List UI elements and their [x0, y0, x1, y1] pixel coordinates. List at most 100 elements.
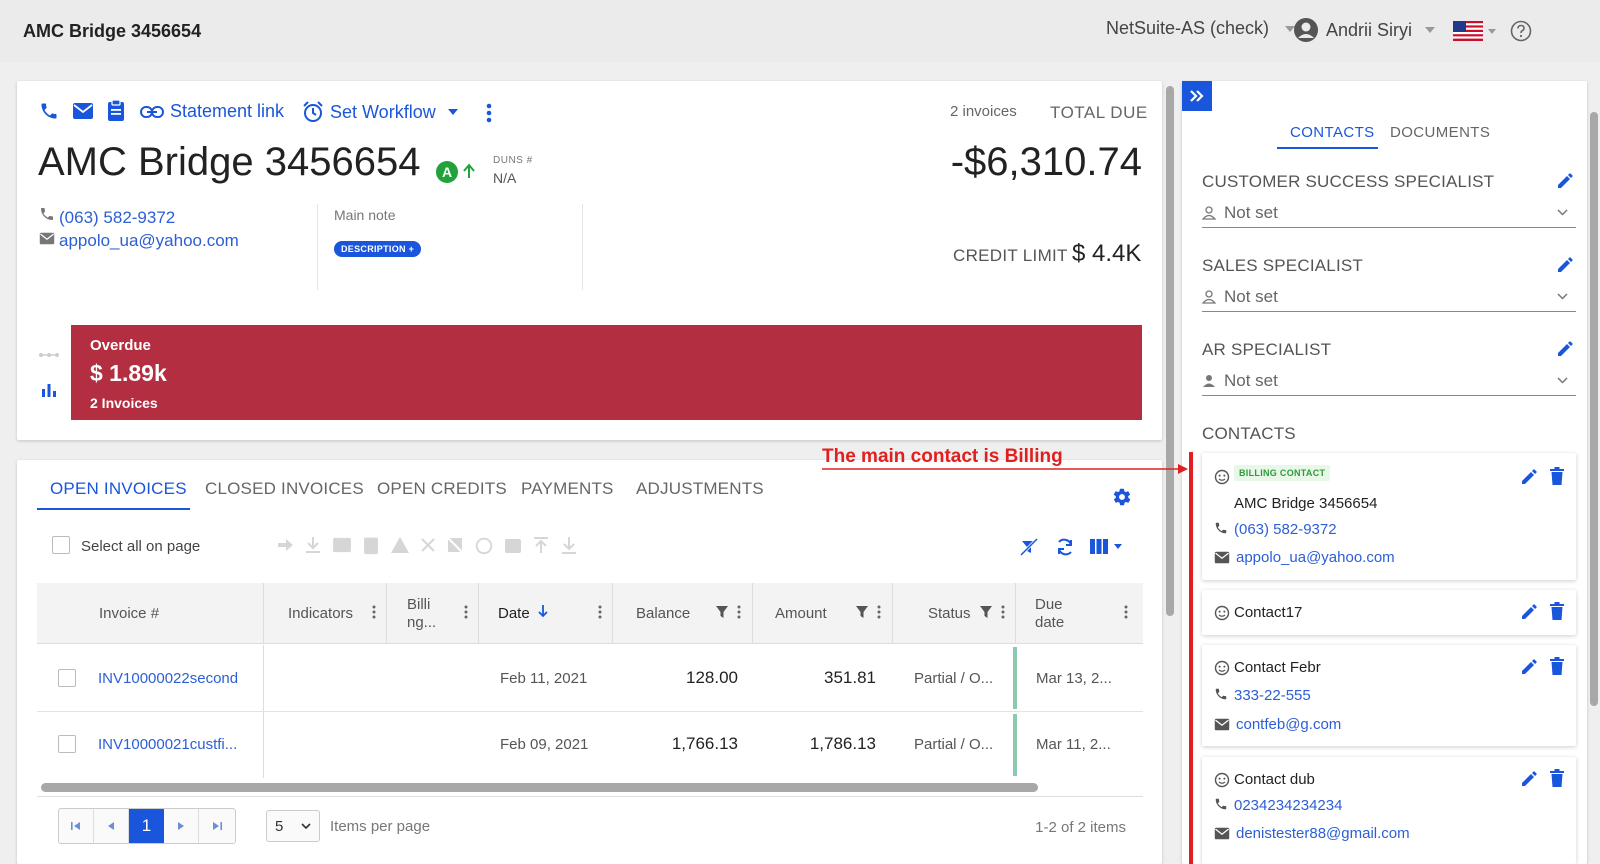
ar-specialist-select[interactable]: Not set	[1202, 366, 1576, 396]
edit-icon[interactable]	[1520, 770, 1538, 788]
invoice-status: Partial / O...	[914, 670, 994, 687]
set-workflow-button[interactable]: Set Workflow	[302, 101, 458, 123]
contact-card[interactable]: Contact dub 0234234234234 denistester88@…	[1202, 757, 1576, 864]
user-menu[interactable]: Andrii Siryi	[1293, 17, 1436, 43]
column-menu-icon[interactable]	[737, 605, 741, 619]
trash-icon[interactable]	[1550, 769, 1564, 787]
customer-phone-link[interactable]: (063) 582-9372	[59, 208, 175, 228]
horizontal-scrollbar[interactable]	[41, 783, 1038, 792]
column-header-balance[interactable]: Balance	[636, 605, 690, 622]
statement-link-button[interactable]: Statement link	[140, 101, 284, 122]
select-all-checkbox[interactable]	[52, 536, 70, 554]
contact-card[interactable]: Contact Febr 333-22-555 contfeb@g.com	[1202, 645, 1576, 746]
chevron-down-icon	[1114, 544, 1122, 549]
invoice-link[interactable]: INV10000022second	[98, 670, 238, 687]
active-tab-indicator	[1277, 147, 1378, 149]
tab-closed-invoices[interactable]: CLOSED INVOICES	[205, 479, 364, 499]
contact-phone-link[interactable]: (063) 582-9372	[1234, 521, 1337, 538]
invoice-due-date: Mar 11, 2...	[1036, 736, 1111, 753]
more-vertical-icon[interactable]	[486, 103, 492, 123]
edit-icon[interactable]	[1520, 603, 1538, 621]
edit-icon[interactable]	[1556, 256, 1574, 274]
column-header-indicators[interactable]: Indicators	[288, 605, 353, 622]
tab-documents[interactable]: DOCUMENTS	[1390, 124, 1490, 141]
gear-icon[interactable]	[1112, 487, 1132, 507]
page-number-current[interactable]: 1	[129, 809, 164, 843]
edit-icon[interactable]	[1520, 658, 1538, 676]
contact-phone-link[interactable]: 0234234234234	[1234, 797, 1342, 814]
email-icon[interactable]	[72, 102, 94, 120]
help-icon[interactable]	[1510, 20, 1532, 42]
refresh-icon[interactable]	[1055, 537, 1075, 557]
add-description-button[interactable]: DESCRIPTION +	[334, 241, 422, 257]
column-header-status[interactable]: Status	[928, 605, 971, 622]
first-page-button[interactable]	[59, 809, 94, 843]
column-header-billing[interactable]: Billi ng...	[407, 596, 441, 632]
filter-icon[interactable]	[980, 606, 992, 618]
clear-filter-icon[interactable]	[1020, 538, 1038, 556]
customer-success-select[interactable]: Not set	[1202, 198, 1576, 228]
contact-email-link[interactable]: appolo_ua@yahoo.com	[1236, 549, 1395, 566]
tab-adjustments[interactable]: ADJUSTMENTS	[636, 479, 764, 499]
filter-icon[interactable]	[856, 606, 868, 618]
column-menu-icon[interactable]	[1001, 605, 1005, 619]
column-menu-icon[interactable]	[598, 605, 602, 619]
filter-icon[interactable]	[716, 606, 728, 618]
side-panel-scrollbar[interactable]	[1590, 112, 1598, 706]
timeline-view-icon[interactable]	[38, 352, 60, 358]
overdue-summary-bar[interactable]: Overdue $ 1.89k 2 Invoices	[71, 325, 1142, 420]
column-header-invoice[interactable]: Invoice #	[99, 605, 159, 622]
chevron-down-icon	[301, 823, 311, 829]
column-menu-icon[interactable]	[1124, 605, 1128, 619]
tab-open-invoices[interactable]: OPEN INVOICES	[50, 479, 187, 499]
column-divider	[263, 645, 264, 711]
column-header-amount[interactable]: Amount	[775, 605, 827, 622]
tab-open-credits[interactable]: OPEN CREDITS	[377, 479, 507, 499]
customer-email-link[interactable]: appolo_ua@yahoo.com	[59, 231, 239, 251]
sales-specialist-select[interactable]: Not set	[1202, 282, 1576, 312]
invoice-link[interactable]: INV10000021custfi...	[98, 736, 237, 753]
column-menu-icon[interactable]	[372, 605, 376, 619]
clipboard-icon[interactable]	[106, 99, 126, 122]
row-checkbox[interactable]	[58, 669, 76, 687]
sort-descending-icon[interactable]	[538, 604, 548, 618]
page-size-value: 5	[275, 817, 284, 835]
invoice-due-date: Mar 13, 2...	[1036, 670, 1112, 687]
vertical-scrollbar[interactable]	[1166, 86, 1174, 616]
bar-chart-icon[interactable]	[41, 382, 57, 397]
next-page-button[interactable]	[164, 809, 199, 843]
page-size-select[interactable]: 5	[266, 810, 320, 842]
phone-icon[interactable]	[39, 101, 59, 121]
total-due-amount: -$6,310.74	[950, 140, 1142, 184]
pagination: 1	[58, 808, 236, 844]
tab-payments[interactable]: PAYMENTS	[521, 479, 614, 499]
credit-limit-label: CREDIT LIMIT	[953, 246, 1068, 265]
contact-email-link[interactable]: contfeb@g.com	[1236, 716, 1341, 733]
contact-email-link[interactable]: denistester88@gmail.com	[1236, 825, 1410, 842]
upload-icon	[534, 537, 548, 553]
trash-icon[interactable]	[1550, 657, 1564, 675]
total-due-label: TOTAL DUE	[1050, 103, 1148, 122]
edit-icon[interactable]	[1520, 468, 1538, 486]
column-menu-icon[interactable]	[464, 605, 468, 619]
columns-menu-button[interactable]	[1090, 539, 1122, 554]
contact-card-billing[interactable]: BILLING CONTACT AMC Bridge 3456654 (063)…	[1202, 453, 1576, 580]
column-header-date[interactable]: Date	[498, 605, 530, 622]
last-page-button[interactable]	[199, 809, 235, 843]
phone-icon	[1215, 522, 1227, 534]
collapse-panel-button[interactable]	[1182, 81, 1212, 111]
prev-page-button[interactable]	[94, 809, 129, 843]
annotation-arrow	[822, 464, 1188, 474]
trash-icon[interactable]	[1550, 602, 1564, 620]
contact-card[interactable]: Contact17	[1202, 590, 1576, 635]
contact-phone-link[interactable]: 333-22-555	[1234, 687, 1311, 704]
account-selector[interactable]: NetSuite-AS (check)	[1106, 18, 1296, 39]
column-menu-icon[interactable]	[877, 605, 881, 619]
trash-icon[interactable]	[1550, 467, 1564, 485]
language-selector[interactable]	[1453, 21, 1496, 41]
tab-contacts[interactable]: CONTACTS	[1290, 124, 1375, 141]
row-checkbox[interactable]	[58, 735, 76, 753]
column-header-due-date[interactable]: Due date	[1035, 596, 1075, 632]
edit-icon[interactable]	[1556, 340, 1574, 358]
edit-icon[interactable]	[1556, 172, 1574, 190]
